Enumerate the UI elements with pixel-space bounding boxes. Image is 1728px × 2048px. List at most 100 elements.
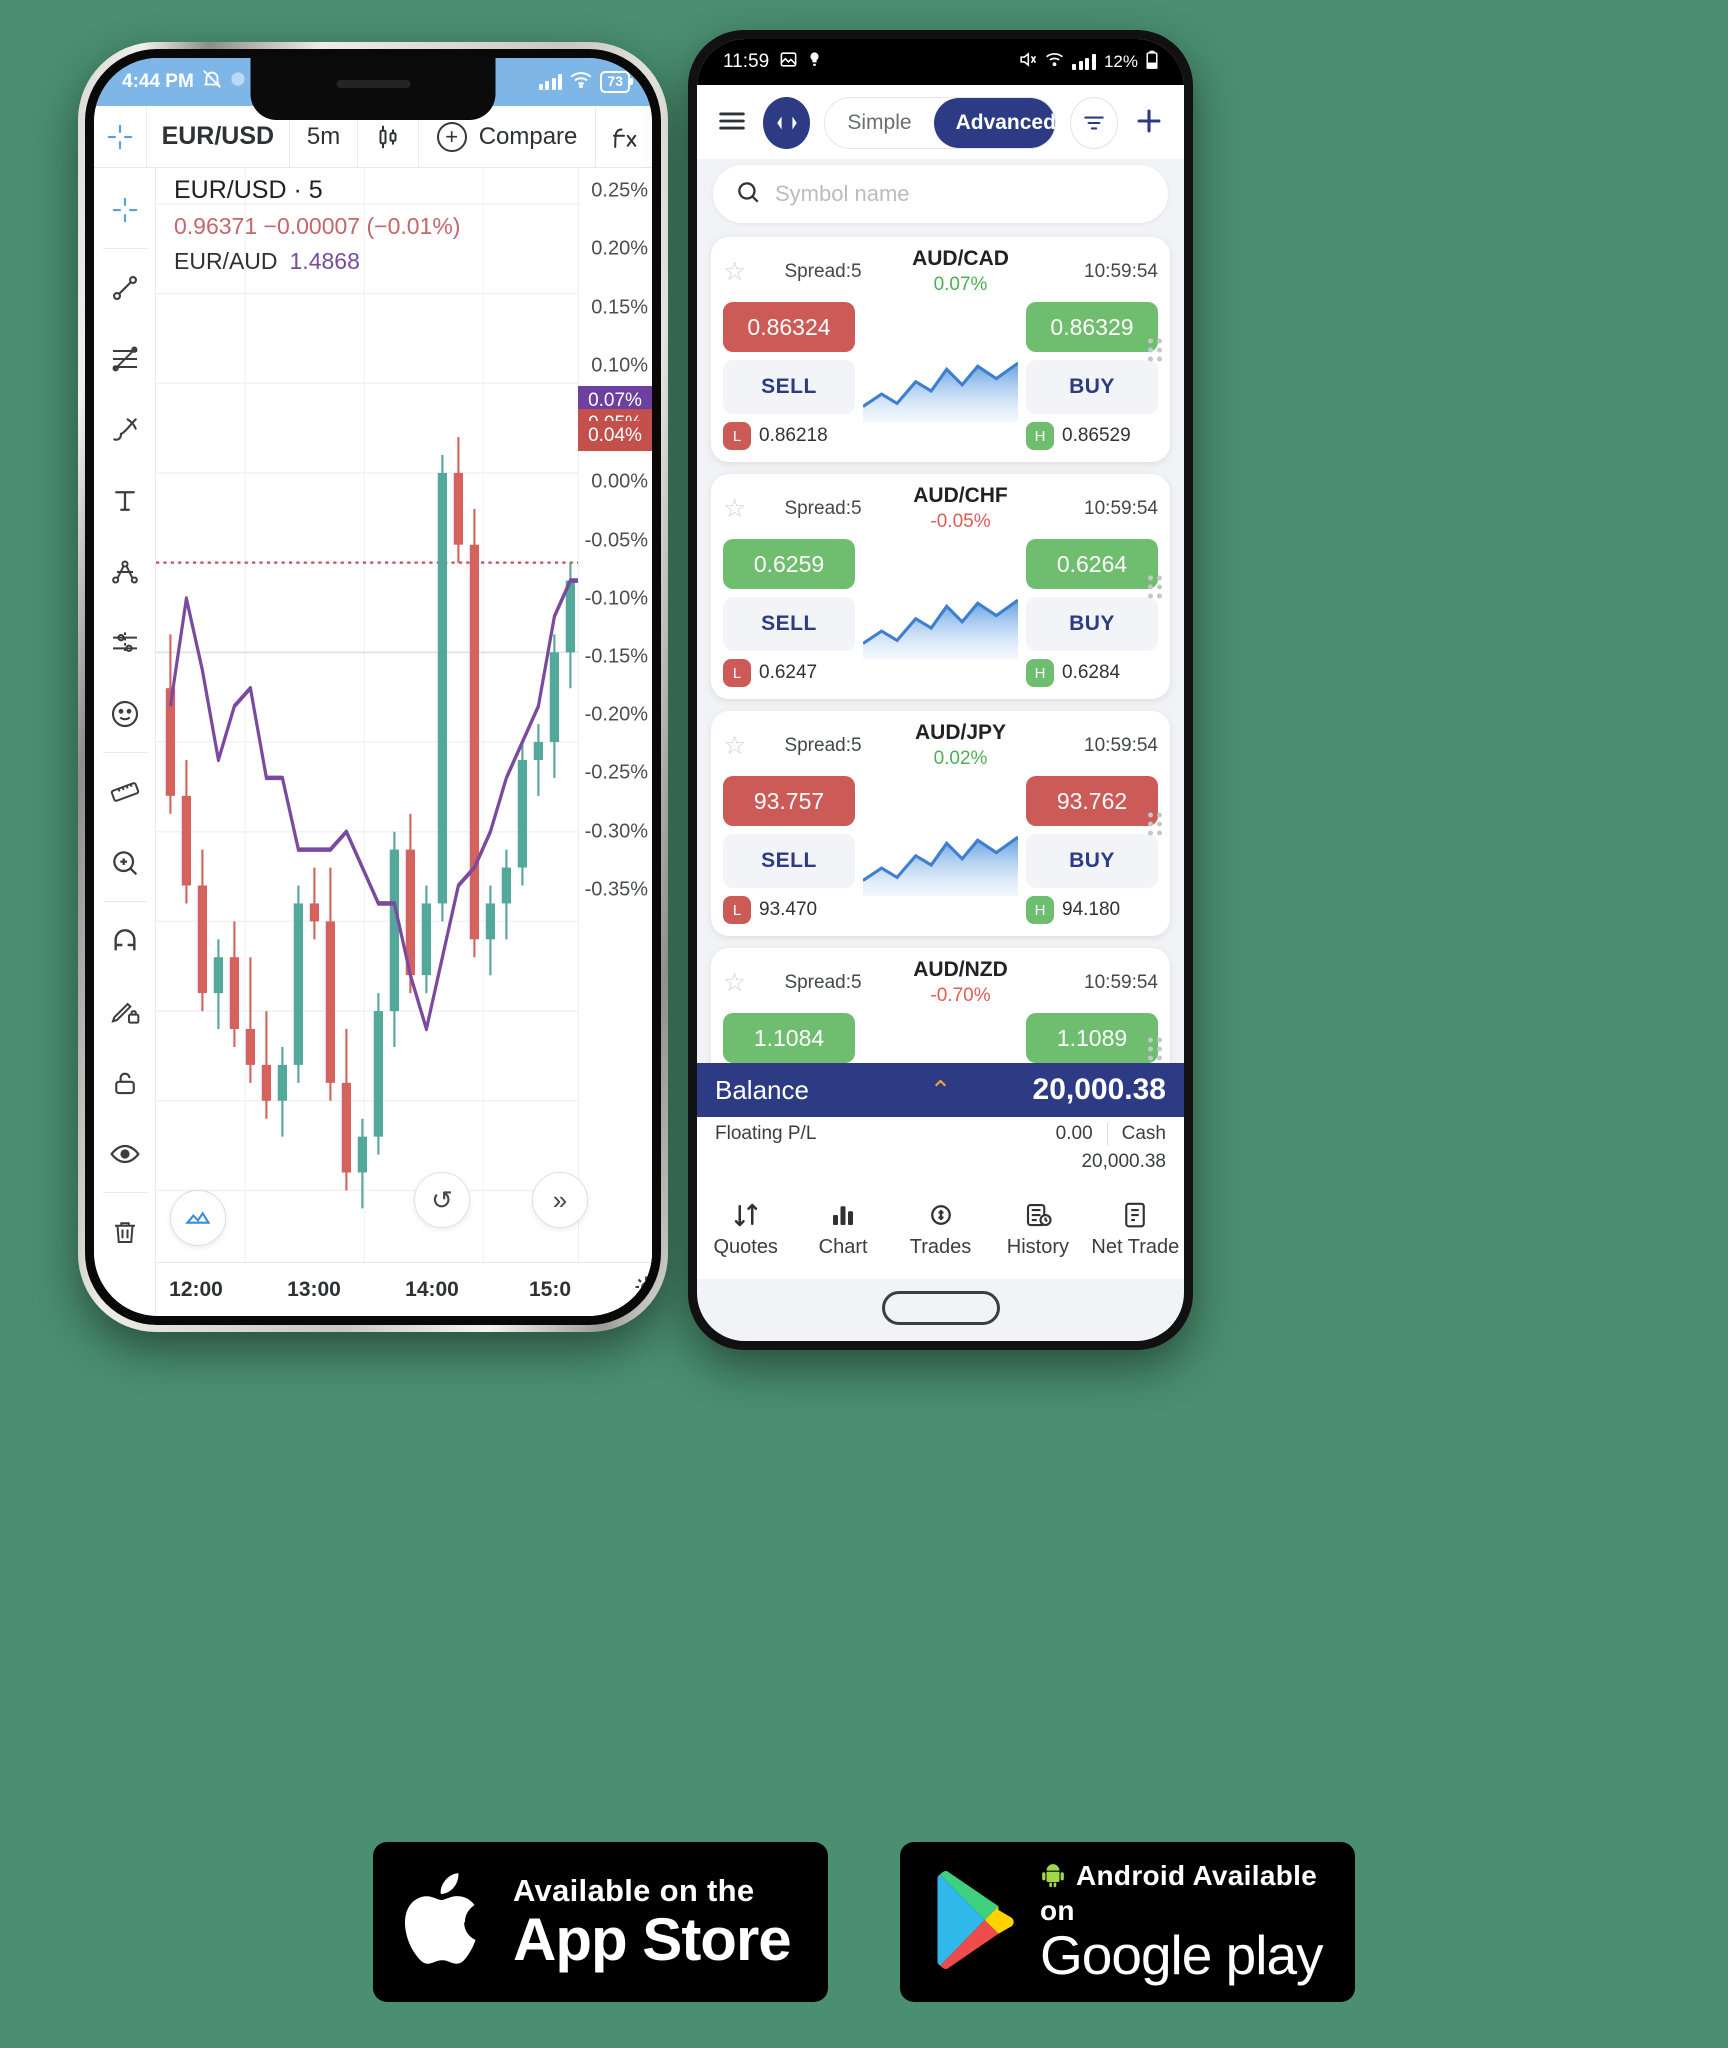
sell-button[interactable]: SELL [723,597,855,651]
layers-icon[interactable] [170,1190,226,1246]
time-axis[interactable]: 12:00 13:00 14:00 15:0 [156,1262,652,1316]
symbol-block: AUD/CAD 0.07% [889,247,1032,296]
quote-card[interactable]: ☆ Spread:5 AUD/CHF -0.05% 10:59:54 0.6259 0.62… [711,474,1170,699]
buy-price[interactable]: 1.1089 [1026,1013,1158,1063]
sell-price[interactable]: 93.757 [723,776,855,826]
low-value-row: L 0.6247 [723,659,855,687]
quote-time: 10:59:54 [1084,260,1158,282]
buy-button[interactable]: BUY [1026,834,1158,888]
favorite-star-icon[interactable]: ☆ [723,256,757,287]
balance-bar[interactable]: Balance ⌃ 20,000.38 Floating P/L 0.00 Ca… [697,1063,1184,1179]
filter-icon[interactable] [1070,97,1118,149]
crosshair-icon[interactable] [94,174,156,245]
ruler-icon[interactable] [94,756,156,827]
high-value: 0.6284 [1062,662,1121,683]
lock-draw-icon[interactable] [94,976,156,1047]
gear-icon[interactable] [632,1273,652,1307]
chevron-up-icon[interactable]: ⌃ [930,1075,952,1106]
emoji-icon[interactable] [94,678,156,749]
spread-label: Spread:5 [784,260,862,282]
symbol-name: AUD/CHF [913,484,1008,507]
swap-icon[interactable] [763,97,811,149]
magnet-icon[interactable] [94,905,156,976]
compare-label: Compare [478,122,578,150]
price-tick: -0.20% [584,703,648,726]
legend-compare-value: 1.4868 [289,248,360,274]
quote-time: 10:59:54 [1084,497,1158,519]
price-axis[interactable]: 0.25%0.20%0.15%0.10%0.05%0.00%-0.05%-0.1… [578,168,652,1316]
trend-line-icon[interactable] [94,252,156,323]
trash-icon[interactable] [94,1196,156,1267]
sell-price[interactable]: 0.6259 [723,539,855,589]
change-percent: -0.70% [930,985,991,1006]
replay-icon[interactable]: ↺ [414,1172,470,1228]
high-value: 0.86529 [1062,425,1131,446]
mode-advanced[interactable]: Advanced [933,98,1056,148]
eye-icon[interactable] [94,1118,156,1189]
divider [102,752,147,753]
tab-net-trade[interactable]: Net Trade [1087,1179,1184,1279]
search-input[interactable]: Symbol name [713,165,1168,223]
forecast-icon[interactable] [94,607,156,678]
zoom-in-icon[interactable] [94,827,156,898]
drag-handle-icon[interactable] [1148,812,1162,835]
favorite-star-icon[interactable]: ☆ [723,493,757,524]
time-tick: 12:00 [169,1277,223,1301]
drag-handle-icon[interactable] [1148,575,1162,598]
crosshair-tool-button[interactable] [94,106,147,167]
search-icon [735,179,761,210]
drag-handle-icon[interactable] [1148,338,1162,361]
low-badge: L [723,422,751,450]
drag-handle-icon[interactable] [1148,1037,1162,1061]
tab-label: History [1006,1235,1070,1258]
sell-button[interactable]: SELL [723,360,855,414]
plus-icon[interactable] [1132,104,1166,143]
app-store-badge[interactable]: Available on the App Store [373,1842,828,2002]
mode-simple[interactable]: Simple [825,98,933,148]
fx-icon[interactable] [596,106,652,167]
android-notch [865,39,1016,69]
fib-retracement-icon[interactable] [94,323,156,394]
quote-card[interactable]: ☆ Spread:5 AUD/CAD 0.07% 10:59:54 0.86324 0.86… [711,237,1170,462]
tab-trades[interactable]: Trades [892,1179,989,1279]
text-icon[interactable] [94,465,156,536]
sell-price[interactable]: 1.1084 [723,1013,855,1063]
chart-plot-area[interactable]: EUR/USD · 5 0.96371 −0.00007 (−0.01%) EU… [156,168,652,1316]
sell-button[interactable]: SELL [723,834,855,888]
high-value-row: H 94.180 [1026,896,1158,924]
legend-title: EUR/USD · 5 [174,176,323,204]
quote-card[interactable]: ☆ Spread:5 AUD/JPY 0.02% 10:59:54 93.757 93.76… [711,711,1170,936]
favorite-star-icon[interactable]: ☆ [723,730,757,761]
favorite-star-icon[interactable]: ☆ [723,967,757,998]
hamburger-icon[interactable] [715,104,749,143]
chart-legend: EUR/USD · 5 0.96371 −0.00007 (−0.01%) EU… [174,176,460,275]
pitchfork-icon[interactable] [94,536,156,607]
tab-quotes[interactable]: Quotes [697,1179,794,1279]
tab-label: Trades [909,1235,972,1258]
balance-header[interactable]: Balance ⌃ 20,000.38 [697,1063,1184,1117]
tab-chart[interactable]: Chart [794,1179,891,1279]
buy-price[interactable]: 0.6264 [1026,539,1158,589]
buy-button[interactable]: BUY [1026,360,1158,414]
sell-price[interactable]: 0.86324 [723,302,855,352]
divider [102,901,147,902]
mode-toggle[interactable]: Simple Advanced [824,97,1057,149]
fast-forward-icon[interactable]: » [532,1172,588,1228]
status-time: 4:44 PM [122,71,194,92]
sparkline-chart [862,835,1019,896]
brush-icon[interactable] [94,394,156,465]
buy-button[interactable]: BUY [1026,597,1158,651]
buy-price[interactable]: 93.762 [1026,776,1158,826]
floating-pl-value: 0.00 [1055,1123,1093,1144]
google-play-badge[interactable]: Android Available on Google play [900,1842,1355,2002]
quote-actions-row: SELL L 0.6247 BUY H 0.6284 [723,597,1158,687]
lock-icon[interactable] [94,1047,156,1118]
home-indicator[interactable] [881,1291,1000,1325]
quotes-list[interactable]: ☆ Spread:5 AUD/CAD 0.07% 10:59:54 0.86324 0.86… [697,237,1184,1150]
buy-price[interactable]: 0.86329 [1026,302,1158,352]
quote-prices-row: 93.757 93.762 [723,776,1158,826]
tab-history[interactable]: History [989,1179,1086,1279]
cash-value: 20,000.38 [1081,1151,1166,1172]
low-value: 0.6247 [759,662,818,683]
price-tick: 0.20% [591,237,648,260]
